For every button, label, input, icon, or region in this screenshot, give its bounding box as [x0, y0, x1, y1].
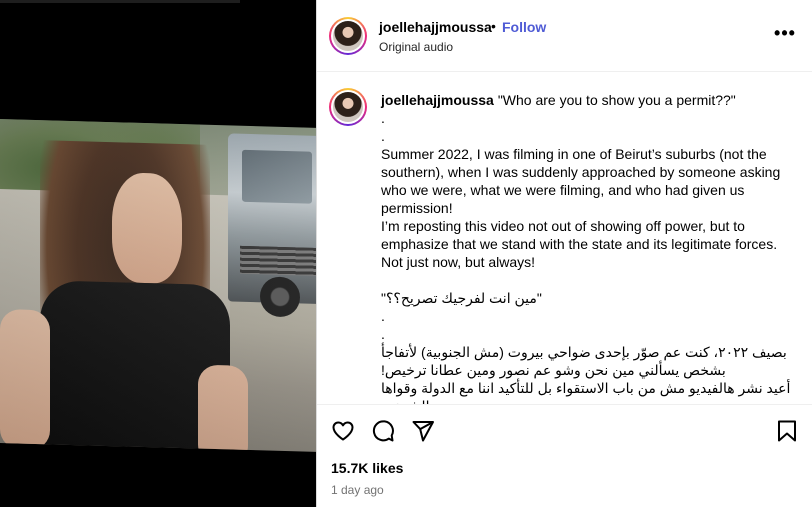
caption-line: I’m reposting this video not out of show…: [381, 218, 778, 270]
caption-username[interactable]: joellehajjmoussa: [381, 92, 494, 108]
caption-first-line: joellehajjmoussa "Who are you to show you…: [381, 91, 793, 109]
avatar[interactable]: [329, 17, 367, 55]
caption-line: .: [381, 110, 385, 126]
caption-line: .: [381, 308, 385, 324]
caption-text: joellehajjmoussa "Who are you to show you…: [381, 91, 793, 404]
post-details-pane: joellehajjmoussa • Follow Original audio…: [316, 0, 812, 507]
audio-label[interactable]: Original audio: [379, 40, 453, 54]
caption-line: Summer 2022, I was filming in one of Bei…: [381, 146, 781, 216]
caption-line: [381, 271, 793, 289]
caption-scroll-area[interactable]: joellehajjmoussa "Who are you to show you…: [317, 72, 812, 404]
paper-plane-icon[interactable]: [411, 419, 435, 443]
bookmark-icon[interactable]: [775, 419, 799, 443]
avatar[interactable]: [329, 88, 367, 126]
caption-title: "Who are you to show you a permit??": [497, 92, 736, 108]
caption-line: .: [381, 326, 385, 342]
avatar-photo: [333, 21, 363, 51]
comment-icon[interactable]: [371, 419, 395, 443]
avatar-ring: [331, 19, 365, 53]
post-header: joellehajjmoussa • Follow Original audio…: [317, 0, 812, 72]
likes-count[interactable]: 15.7K likes: [331, 460, 403, 476]
caption-line: بصيف ٢٠٢٢، كنت عم صوّر بإحدى ضواحي بيروت…: [381, 344, 787, 378]
post-actions: 15.7K likes 1 day ago: [317, 404, 812, 507]
caption-line: أعيد نشر هالفيديو مش من باب الاستقواء بل…: [381, 380, 791, 404]
caption-line: .: [381, 128, 385, 144]
video-overlay: [0, 119, 316, 452]
avatar-ring: [331, 90, 365, 124]
post-timestamp[interactable]: 1 day ago: [331, 483, 384, 497]
separator-dot: •: [491, 18, 496, 34]
avatar-photo: [333, 92, 363, 122]
video-progress-line: [0, 0, 240, 3]
follow-button[interactable]: Follow: [502, 19, 546, 35]
caption-line: "مين انت لفرجيك تصريح؟؟": [381, 290, 542, 306]
video-frame[interactable]: [0, 119, 316, 452]
heart-icon[interactable]: [331, 419, 355, 443]
more-options-icon[interactable]: •••: [773, 24, 797, 48]
video-pane[interactable]: [0, 0, 316, 507]
author-username[interactable]: joellehajjmoussa: [379, 19, 492, 35]
